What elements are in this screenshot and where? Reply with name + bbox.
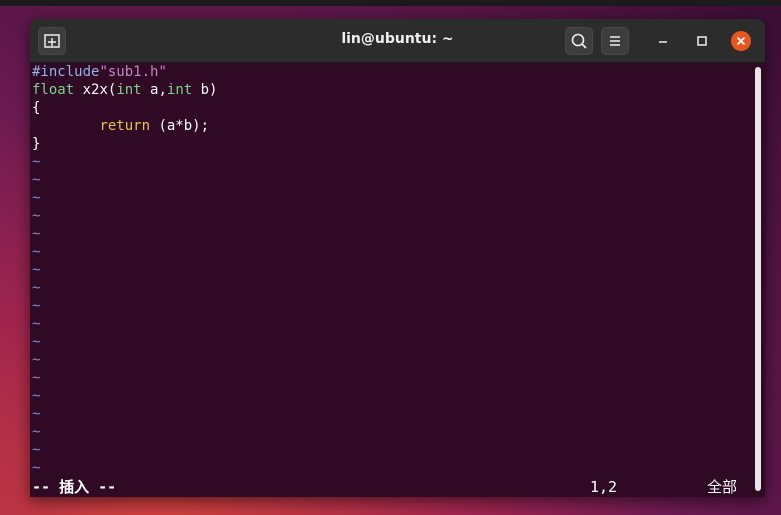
maximize-button[interactable] <box>693 32 711 50</box>
empty-line-marker: ~ <box>32 334 41 350</box>
search-icon <box>571 33 587 49</box>
code-line: } <box>32 135 40 153</box>
title-bar: lin@ubuntu: ~ <box>30 19 765 63</box>
search-button[interactable] <box>565 27 593 55</box>
empty-line-marker: ~ <box>32 280 41 296</box>
code-line: { <box>32 99 40 117</box>
code-token: int <box>116 82 142 98</box>
empty-line-marker: ~ <box>32 172 41 188</box>
empty-line-marker: ~ <box>32 424 41 440</box>
code-token: return <box>99 118 151 134</box>
code-token: #include <box>32 64 100 80</box>
code-line: float x2x(int a,int b) <box>32 81 218 99</box>
code-line: #include"sub1.h" <box>32 63 167 81</box>
code-token: (a*b); <box>150 118 210 134</box>
empty-line-marker: ~ <box>32 226 41 242</box>
empty-line-marker: ~ <box>32 370 41 386</box>
empty-line-marker: ~ <box>32 388 41 404</box>
vim-mode-indicator: -- 插入 -- <box>32 478 117 496</box>
empty-line-marker: ~ <box>32 316 41 332</box>
menu-button[interactable] <box>601 27 629 55</box>
cursor-position: 1,2 <box>590 478 618 496</box>
code-token: { <box>32 100 41 116</box>
maximize-icon <box>697 36 707 46</box>
empty-line-marker: ~ <box>32 406 41 422</box>
hamburger-menu-icon <box>610 36 620 46</box>
vim-editor[interactable]: -- 插入 -- 1,2 全部 #include"sub1.h" float x2… <box>30 63 752 497</box>
close-icon <box>736 36 746 46</box>
code-token: b) <box>192 82 218 98</box>
empty-line-marker: ~ <box>32 190 41 206</box>
code-token: a, <box>141 82 167 98</box>
empty-line-marker: ~ <box>32 262 41 278</box>
empty-line-marker: ~ <box>32 244 41 260</box>
minimize-icon <box>659 41 667 43</box>
close-button[interactable] <box>731 31 751 51</box>
code-token: float <box>32 82 75 98</box>
scrollbar[interactable] <box>755 67 761 491</box>
code-token: "sub1.h" <box>99 64 167 80</box>
code-line: return (a*b); <box>32 117 209 135</box>
code-token: x2x( <box>74 82 117 98</box>
empty-line-marker: ~ <box>32 352 41 368</box>
empty-line-marker: ~ <box>32 208 41 224</box>
empty-line-marker: ~ <box>32 298 41 314</box>
empty-line-marker: ~ <box>32 442 41 458</box>
minimize-button[interactable] <box>654 32 672 50</box>
terminal-window: lin@ubuntu: ~ -- 插入 -- 1,2 全部 #include"s… <box>30 19 765 497</box>
top-panel <box>0 0 781 6</box>
code-token: int <box>166 82 193 98</box>
scroll-indicator: 全部 <box>707 478 738 496</box>
empty-line-marker: ~ <box>32 154 41 170</box>
empty-line-marker: ~ <box>32 460 41 476</box>
code-token: } <box>32 136 41 152</box>
